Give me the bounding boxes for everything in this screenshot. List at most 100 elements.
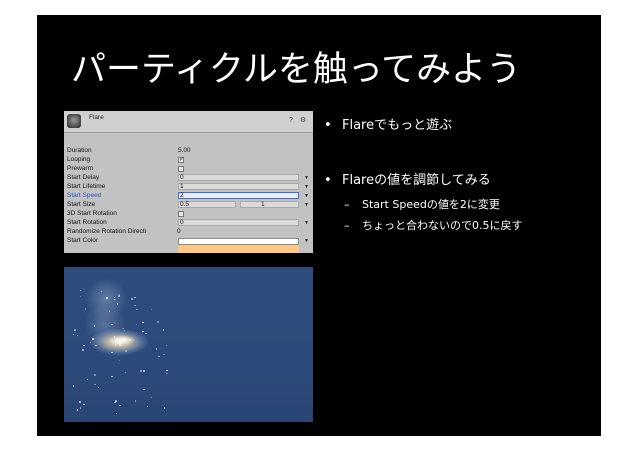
particle-spark: [118, 359, 121, 362]
property-label: 3D Start Rotation: [67, 210, 117, 217]
particle-spark: [162, 329, 165, 331]
start-delay-field[interactable]: 0: [178, 174, 299, 181]
particle-spark: [72, 333, 75, 336]
particle-spark: [83, 403, 85, 406]
particle-spark: [136, 308, 138, 311]
sub-bullet-text: ちょっと合わないので0.5に戻す: [362, 219, 523, 232]
particle-spark: [135, 323, 138, 325]
particle-spark: [146, 405, 149, 408]
prewarm-checkbox[interactable]: [178, 166, 184, 172]
particle-spark: [125, 350, 127, 352]
particle-spark: [150, 396, 153, 399]
particle-spark: [134, 304, 136, 307]
particle-spark: [119, 344, 121, 346]
sub-bullet-marker: –: [344, 198, 350, 211]
particle-spark: [143, 388, 145, 391]
gear-icon[interactable]: ⚙: [299, 117, 307, 125]
component-title: Flare: [89, 114, 104, 121]
particle-spark: [92, 338, 94, 340]
inspector-panel: Flare ? ⚙ Duration 5.00 Looping ✓ Prewar…: [64, 111, 313, 253]
property-label: Start Size: [67, 201, 96, 208]
dropdown-arrow-icon[interactable]: ▼: [304, 219, 309, 227]
start-size-min-field[interactable]: 0.5: [178, 201, 236, 208]
particle-spark: [150, 308, 153, 311]
slide-title: パーティクルを触ってみよう: [71, 50, 522, 90]
particle-spark: [106, 297, 108, 299]
property-row-randomize-rotation: Randomize Rotation Directi 0: [64, 228, 313, 236]
property-row-prewarm: Prewarm: [64, 165, 313, 173]
particle-spark: [76, 409, 79, 411]
property-row-start-lifetime: Start Lifetime 1 ▼: [64, 183, 313, 191]
start-lifetime-field[interactable]: 1: [178, 183, 299, 190]
property-row-start-rotation: Start Rotation 0 ▼: [64, 219, 313, 227]
start-color-gradient[interactable]: [178, 245, 299, 253]
particle-spark: [79, 401, 81, 403]
particle-spark: [94, 383, 96, 386]
particle-spark: [163, 353, 165, 356]
particle-spark: [124, 371, 127, 374]
property-label: Duration: [67, 147, 92, 154]
dropdown-arrow-icon[interactable]: ▼: [304, 201, 309, 209]
particle-spark: [95, 344, 97, 347]
property-row-start-size: Start Size 0.5 1 ▼: [64, 201, 313, 209]
particle-spark: [166, 369, 168, 372]
particle-spark: [111, 375, 113, 378]
particle-spark: [163, 407, 166, 409]
particle-spark: [116, 303, 119, 305]
particle-spark: [155, 348, 158, 350]
particle-spark: [72, 385, 75, 387]
particle-spark: [165, 344, 168, 347]
particle-spark: [74, 329, 76, 331]
start-size-max-field[interactable]: 1: [240, 201, 299, 208]
bullet-text: Flareでもっと遊ぶ: [342, 118, 453, 133]
dropdown-arrow-icon[interactable]: ▼: [304, 174, 309, 182]
property-label: Randomize Rotation Directi: [67, 228, 147, 235]
sub-bullet-marker: –: [344, 219, 350, 232]
slide: パーティクルを触ってみよう Flare ? ⚙ Duration 5.00 Lo…: [37, 15, 601, 436]
particle-spark: [142, 321, 144, 324]
property-label: Start Lifetime: [67, 183, 106, 190]
property-row-3d-start-rotation: 3D Start Rotation: [64, 210, 313, 218]
start-speed-field[interactable]: 2: [178, 192, 299, 199]
particle-spark: [115, 412, 118, 415]
particle-spark: [142, 330, 144, 333]
property-row-start-color: Start Color ▼: [64, 237, 313, 253]
particle-preview-image: [64, 267, 313, 422]
start-color-swatch[interactable]: [178, 238, 299, 245]
property-row-looping: Looping ✓: [64, 156, 313, 164]
bullet-item: • Flareでもっと遊ぶ: [324, 117, 452, 135]
property-row-start-delay: Start Delay 0 ▼: [64, 174, 313, 182]
inspector-header: Flare ? ⚙: [64, 111, 313, 133]
particle-spark: [166, 372, 168, 375]
particle-spark: [84, 308, 87, 310]
help-icon[interactable]: ?: [287, 117, 295, 125]
particle-spark: [158, 355, 160, 358]
sub-bullet-item: – ちょっと合わないので0.5に戻す: [344, 219, 594, 233]
bullet-marker: •: [324, 118, 332, 133]
particle-spark: [129, 339, 131, 341]
looping-checkbox[interactable]: ✓: [178, 157, 184, 163]
bullet-marker: •: [324, 173, 332, 188]
property-label: Prewarm: [67, 165, 94, 172]
randomize-rotation-value[interactable]: 0: [177, 228, 181, 236]
particle-spark: [140, 370, 142, 372]
3d-start-rotation-checkbox[interactable]: [178, 211, 184, 217]
property-label: Start Rotation: [67, 219, 107, 226]
flare-core: [108, 335, 136, 345]
particle-spark: [143, 370, 145, 372]
dropdown-arrow-icon[interactable]: ▼: [304, 192, 309, 200]
start-rotation-field[interactable]: 0: [178, 219, 299, 226]
dropdown-arrow-icon[interactable]: ▼: [304, 183, 309, 191]
bullet-item: • Flareの値を調節してみる: [324, 172, 491, 190]
dropdown-arrow-icon[interactable]: ▼: [304, 237, 309, 245]
particle-spark: [118, 295, 120, 297]
particle-spark: [94, 374, 96, 376]
property-row-duration: Duration 5.00: [64, 147, 313, 155]
duration-value[interactable]: 5.00: [178, 147, 191, 155]
property-label: Start Color: [67, 237, 99, 244]
bullet-text: Flareの値を調節してみる: [342, 173, 491, 188]
particle-spark: [79, 295, 82, 298]
particle-spark: [79, 407, 82, 409]
particle-spark: [134, 400, 137, 402]
particle-spark: [97, 386, 100, 389]
